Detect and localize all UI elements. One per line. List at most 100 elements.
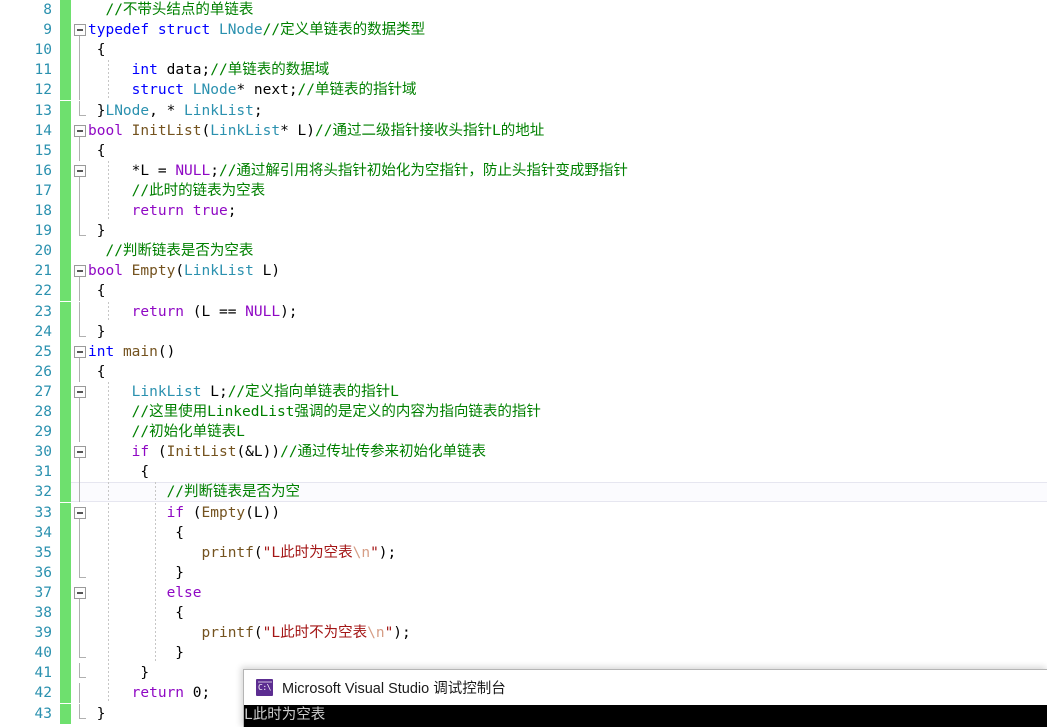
code-text[interactable]: } [88, 704, 106, 724]
code-text[interactable]: //不带头结点的单链表 [88, 0, 253, 20]
fold-glyph-area[interactable] [71, 221, 89, 241]
code-text[interactable]: *L = NULL;//通过解引用将头指针初始化为空指针，防止头指针变成野指针 [88, 161, 628, 181]
fold-glyph-area[interactable] [71, 80, 89, 101]
code-text[interactable]: bool InitList(LinkList* L)//通过二级指针接收头指针L… [88, 121, 544, 141]
code-line[interactable]: 30 if (InitList(&L))//通过传址传参来初始化单链表 [0, 442, 1047, 463]
code-editor[interactable]: 8 //不带头结点的单链表 9 typedef struct LNode//定义单链… [0, 0, 1047, 727]
code-text[interactable]: printf("L此时不为空表\n"); [88, 623, 411, 643]
fold-glyph-area[interactable] [71, 663, 89, 683]
collapse-minus-icon[interactable] [74, 124, 86, 137]
code-line[interactable]: 34 { [0, 522, 1047, 543]
code-line[interactable]: 32 //判断链表是否为空 [0, 482, 1047, 503]
code-line[interactable]: 33 if (Empty(L)) [0, 502, 1047, 523]
collapse-minus-icon[interactable] [74, 345, 86, 358]
code-line[interactable]: 29 //初始化单链表L [0, 422, 1047, 443]
console-title-bar[interactable]: C:\ Microsoft Visual Studio 调试控制台 [244, 670, 1047, 705]
code-line[interactable]: 9 typedef struct LNode//定义单链表的数据类型 [0, 20, 1047, 41]
fold-glyph-area[interactable] [71, 522, 89, 543]
code-text[interactable]: //此时的链表为空表 [88, 181, 265, 201]
code-line[interactable]: 19 } [0, 221, 1047, 242]
collapse-minus-icon[interactable] [74, 265, 86, 278]
code-line[interactable]: 25 int main() [0, 341, 1047, 362]
code-text[interactable]: //判断链表是否为空表 [88, 241, 253, 261]
code-line[interactable]: 13 }LNode, * LinkList; [0, 100, 1047, 121]
code-line[interactable]: 23 return (L == NULL); [0, 301, 1047, 322]
fold-glyph-area[interactable] [71, 542, 89, 563]
code-line[interactable]: 24 } [0, 321, 1047, 342]
code-line[interactable]: 28 //这里使用LinkedList强调的是定义的内容为指向链表的指针 [0, 402, 1047, 423]
debug-console-window[interactable]: C:\ Microsoft Visual Studio 调试控制台 L此时为空表 [243, 669, 1047, 727]
code-text[interactable]: return 0; [88, 683, 211, 703]
code-text[interactable]: } [88, 221, 106, 241]
code-text[interactable]: //判断链表是否为空 [88, 482, 300, 502]
code-text[interactable]: LinkList L;//定义指向单链表的指针L [88, 382, 399, 402]
fold-glyph-area[interactable] [71, 442, 89, 463]
fold-glyph-area[interactable] [71, 402, 89, 423]
code-text[interactable]: int data;//单链表的数据域 [88, 60, 330, 80]
code-text[interactable]: //这里使用LinkedList强调的是定义的内容为指向链表的指针 [88, 402, 541, 422]
code-text[interactable]: { [88, 603, 184, 623]
code-line[interactable]: 27 LinkList L;//定义指向单链表的指针L [0, 381, 1047, 402]
fold-glyph-area[interactable] [71, 161, 89, 181]
code-text[interactable]: }LNode, * LinkList; [88, 101, 263, 121]
fold-glyph-area[interactable] [71, 643, 89, 663]
code-line[interactable]: 12 struct LNode* next;//单链表的指针域 [0, 80, 1047, 101]
code-text[interactable]: int main() [88, 342, 175, 362]
code-text[interactable]: //初始化单链表L [88, 422, 245, 442]
code-line[interactable]: 37 else [0, 582, 1047, 603]
fold-glyph-area[interactable] [71, 382, 89, 402]
fold-glyph-area[interactable] [71, 20, 89, 41]
code-line[interactable]: 22 { [0, 281, 1047, 302]
code-line[interactable]: 39 printf("L此时不为空表\n"); [0, 623, 1047, 644]
fold-glyph-area[interactable] [71, 683, 89, 704]
fold-glyph-area[interactable] [71, 241, 89, 261]
code-text[interactable]: bool Empty(LinkList L) [88, 261, 280, 281]
collapse-minus-icon[interactable] [74, 24, 86, 37]
code-line[interactable]: 31 { [0, 462, 1047, 483]
code-line[interactable]: 17 //此时的链表为空表 [0, 180, 1047, 201]
collapse-minus-icon[interactable] [74, 586, 86, 599]
code-line[interactable]: 15 { [0, 140, 1047, 161]
fold-glyph-area[interactable] [71, 361, 89, 382]
code-line[interactable]: 8 //不带头结点的单链表 [0, 0, 1047, 21]
collapse-minus-icon[interactable] [74, 164, 86, 177]
code-text[interactable]: } [88, 563, 184, 583]
code-text[interactable]: printf("L此时为空表\n"); [88, 543, 397, 563]
code-line[interactable]: 21 bool Empty(LinkList L) [0, 261, 1047, 282]
collapse-minus-icon[interactable] [74, 446, 86, 459]
code-text[interactable]: if (Empty(L)) [88, 503, 281, 523]
code-text[interactable]: { [88, 281, 106, 301]
code-line[interactable]: 35 printf("L此时为空表\n"); [0, 542, 1047, 563]
fold-glyph-area[interactable] [71, 140, 89, 161]
code-text[interactable]: if (InitList(&L))//通过传址传参来初始化单链表 [88, 442, 486, 462]
code-text[interactable]: return (L == NULL); [88, 302, 298, 322]
code-text[interactable]: typedef struct LNode//定义单链表的数据类型 [88, 20, 425, 40]
fold-glyph-area[interactable] [71, 40, 89, 61]
code-text[interactable]: } [88, 663, 149, 683]
fold-glyph-area[interactable] [71, 261, 89, 282]
code-line[interactable]: 20 //判断链表是否为空表 [0, 241, 1047, 262]
fold-glyph-area[interactable] [71, 0, 89, 20]
code-text[interactable]: { [88, 523, 184, 543]
collapse-minus-icon[interactable] [74, 385, 86, 398]
code-text[interactable]: struct LNode* next;//单链表的指针域 [88, 80, 417, 100]
code-text[interactable]: { [88, 40, 106, 60]
code-line[interactable]: 26 { [0, 361, 1047, 382]
code-text[interactable]: else [88, 583, 202, 603]
code-line[interactable]: 40 } [0, 643, 1047, 664]
code-line[interactable]: 18 return true; [0, 201, 1047, 222]
fold-glyph-area[interactable] [71, 562, 89, 583]
fold-glyph-area[interactable] [71, 623, 89, 644]
code-line[interactable]: 38 { [0, 603, 1047, 624]
code-text[interactable]: } [88, 322, 106, 342]
code-text[interactable]: { [88, 362, 106, 382]
fold-glyph-area[interactable] [71, 482, 89, 503]
fold-glyph-area[interactable] [71, 100, 89, 121]
fold-glyph-area[interactable] [71, 301, 89, 322]
collapse-minus-icon[interactable] [74, 506, 86, 519]
fold-glyph-area[interactable] [71, 503, 89, 523]
fold-glyph-area[interactable] [71, 422, 89, 443]
fold-glyph-area[interactable] [71, 462, 89, 483]
code-text[interactable]: return true; [88, 201, 237, 221]
fold-glyph-area[interactable] [71, 603, 89, 624]
